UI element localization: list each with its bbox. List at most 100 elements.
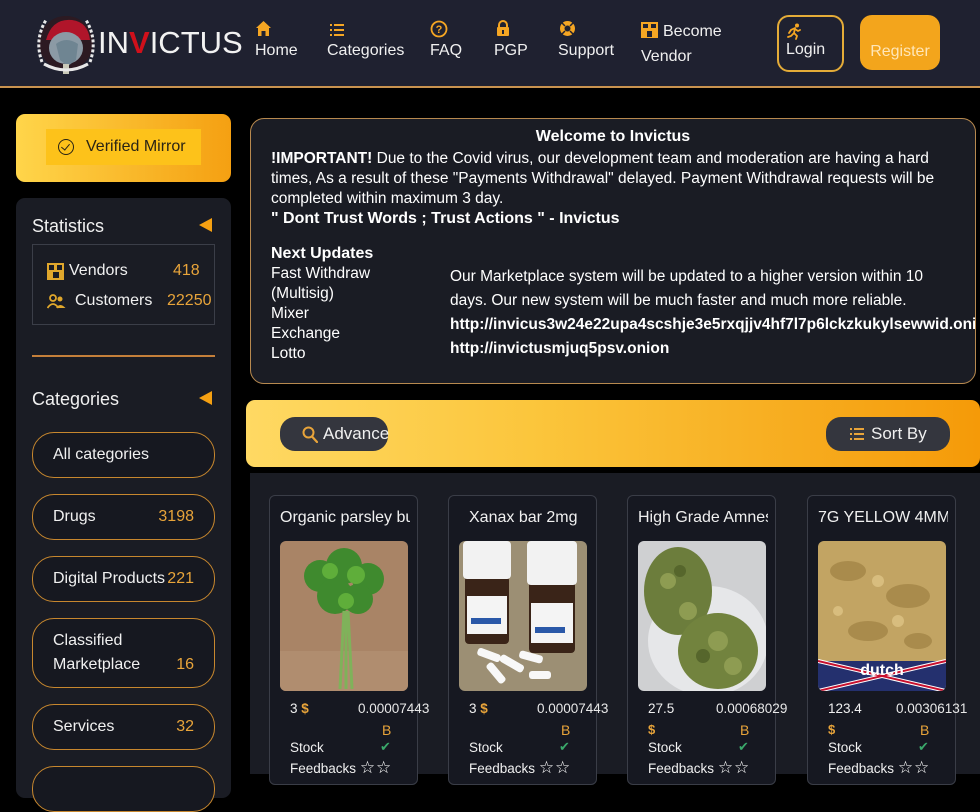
star-rating-icon: ☆☆ — [897, 758, 931, 777]
motto-quote: " Dont Trust Words ; Trust Actions " - I… — [271, 210, 620, 227]
star-rating-icon: ☆☆ — [538, 758, 572, 777]
product-image-pill-bottles[interactable] — [459, 541, 587, 691]
update-description: Our Marketplace system will be updated t… — [450, 265, 975, 361]
bitcoin-icon: B — [740, 722, 750, 738]
question-circle-icon: ? — [430, 20, 462, 38]
stock-label: Stock — [648, 740, 682, 755]
lock-icon — [494, 20, 528, 38]
lifebuoy-icon — [558, 20, 614, 38]
advanced-search-button[interactable]: Advance — [280, 417, 389, 451]
stat-vendors: Vendors 418 — [47, 262, 200, 280]
bitcoin-icon: B — [561, 722, 571, 738]
store-icon — [641, 22, 658, 45]
update-item: Mixer — [271, 305, 309, 322]
product-title[interactable]: 7G YELLOW 4MMC — [818, 509, 948, 527]
price-btc: 0.00007443 — [537, 701, 609, 716]
product-card[interactable]: High Grade Amnesia 27.5 $ 0.00068029 B S… — [627, 495, 787, 785]
product-title[interactable]: Organic parsley bunch — [280, 509, 410, 527]
search-icon — [302, 426, 318, 443]
category-services[interactable]: Services 32 — [32, 704, 215, 750]
list-icon — [850, 428, 864, 440]
nav-support[interactable]: Support — [558, 20, 614, 60]
category-classified-marketplace[interactable]: Classified Marketplace 16 — [32, 618, 215, 688]
update-item: Fast Withdraw — [271, 265, 371, 282]
dollar-icon: $ — [648, 722, 656, 737]
product-card[interactable]: Organic parsley bunch 3 $ 0.00007443 B S… — [269, 495, 429, 785]
site-logo[interactable]: INVICTUS — [32, 10, 243, 76]
product-card[interactable]: 7G YELLOW 4MMC dutch 123.4 $ 0.00306131 … — [807, 495, 967, 785]
running-man-icon — [786, 23, 842, 41]
onion-link-short[interactable]: http://invictusmjuq5psv.onion — [450, 337, 975, 361]
categories-title: Categories — [32, 389, 120, 409]
feedbacks: Feedbacks ☆☆ — [290, 758, 393, 777]
top-navbar: INVICTUS Home Categories ? FAQ PGP Suppo… — [0, 0, 980, 88]
list-icon — [327, 20, 404, 38]
collapse-categories-icon[interactable] — [199, 391, 212, 405]
svg-text:?: ? — [436, 24, 443, 36]
nav-become-vendor[interactable]: Become Vendor — [641, 20, 722, 68]
category-more[interactable] — [32, 766, 215, 812]
price-btc: 0.00007443 — [358, 701, 430, 716]
update-item: Lotto — [271, 345, 306, 362]
sort-by-button[interactable]: Sort By — [826, 417, 950, 451]
statistics-title: Statistics — [32, 216, 105, 236]
logo-wordmark: INVICTUS — [98, 25, 243, 60]
next-updates-list: Next Updates Fast Withdraw (Multisig) Mi… — [271, 245, 374, 362]
price-btc: 0.00306131 — [896, 701, 968, 716]
onion-link-primary[interactable]: http://invicus3w24e22upa4scshje3e5rxqjjv… — [450, 313, 975, 337]
important-notice: !IMPORTANT! Due to the Covid virus, our … — [271, 150, 935, 207]
nav-pgp[interactable]: PGP — [494, 20, 528, 60]
product-title[interactable]: Xanax bar 2mg — [469, 509, 599, 527]
feedbacks: Feedbacks ☆☆ — [828, 758, 931, 777]
verified-mirror-banner: Verified Mirror — [16, 114, 231, 182]
product-title[interactable]: High Grade Amnesia — [638, 509, 768, 527]
price-btc: 0.00068029 — [716, 701, 788, 716]
nav-faq[interactable]: ? FAQ — [430, 20, 462, 60]
filter-bar: Advance Sort By — [246, 400, 980, 467]
register-button[interactable]: Register — [860, 15, 940, 70]
stock-label: Stock — [828, 740, 862, 755]
feedbacks: Feedbacks ☆☆ — [469, 758, 572, 777]
category-all[interactable]: All categories — [32, 432, 215, 478]
bitcoin-icon: B — [382, 722, 392, 738]
check-circle-icon — [58, 139, 74, 155]
home-icon — [255, 20, 298, 38]
stock-label: Stock — [469, 740, 503, 755]
welcome-announcement: Welcome to Invictus !IMPORTANT! Due to t… — [250, 118, 976, 384]
in-stock-check-icon: ✔ — [738, 739, 749, 754]
product-card[interactable]: Xanax bar 2mg 3 $ 0.00007443 B Stock ✔ F… — [448, 495, 608, 785]
in-stock-check-icon: ✔ — [380, 739, 391, 754]
collapse-statistics-icon[interactable] — [199, 218, 212, 232]
price-usd: 123.4 — [828, 701, 862, 716]
login-button[interactable]: Login — [777, 15, 844, 72]
star-rating-icon: ☆☆ — [717, 758, 751, 777]
product-image-cannabis-bud[interactable] — [638, 541, 766, 691]
bitcoin-icon: B — [920, 722, 930, 738]
in-stock-check-icon: ✔ — [918, 739, 929, 754]
nav-categories[interactable]: Categories — [327, 20, 404, 60]
price-usd: 3 $ — [290, 701, 309, 716]
verified-mirror-button[interactable]: Verified Mirror — [46, 129, 201, 165]
nav-home[interactable]: Home — [255, 20, 298, 60]
star-rating-icon: ☆☆ — [359, 758, 393, 777]
category-digital-products[interactable]: Digital Products 221 — [32, 556, 215, 602]
spartan-helmet-emblem-icon — [32, 10, 100, 76]
svg-text:dutch: dutch — [860, 662, 904, 679]
price-usd: 27.5 — [648, 701, 675, 716]
feedbacks: Feedbacks ☆☆ — [648, 758, 751, 777]
product-image-parsley[interactable] — [280, 541, 408, 691]
in-stock-check-icon: ✔ — [559, 739, 570, 754]
update-item: (Multisig) — [271, 285, 334, 302]
dollar-icon: $ — [828, 722, 836, 737]
statistics-box: Vendors 418 Customers 22250 — [32, 244, 215, 325]
stock-label: Stock — [290, 740, 324, 755]
category-drugs[interactable]: Drugs 3198 — [32, 494, 215, 540]
users-icon — [47, 293, 66, 309]
price-usd: 3 $ — [469, 701, 488, 716]
stat-customers: Customers 22250 — [47, 292, 212, 310]
sidebar-divider — [32, 355, 215, 357]
store-icon — [47, 262, 64, 280]
product-image-yellow-powder[interactable]: dutch — [818, 541, 946, 691]
welcome-title: Welcome to Invictus — [535, 128, 691, 145]
product-grid: Organic parsley bunch 3 $ 0.00007443 B S… — [250, 473, 980, 785]
